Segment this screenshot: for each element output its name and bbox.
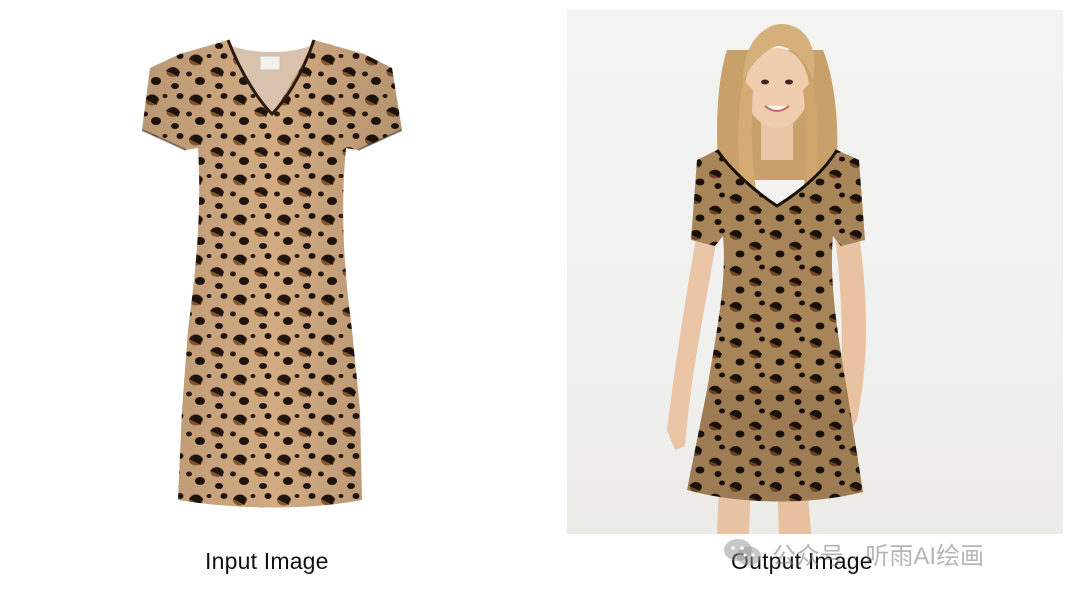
input-image <box>10 10 536 534</box>
input-image-caption: Input Image <box>205 548 329 574</box>
output-model-illustration <box>667 24 867 534</box>
output-image-caption: Output Image <box>731 548 873 574</box>
comparison-figure: Input Image Output Image 公众号 · 听雨AI绘画 <box>0 0 1080 596</box>
output-image <box>567 10 1063 534</box>
input-dress-illustration <box>141 39 403 508</box>
